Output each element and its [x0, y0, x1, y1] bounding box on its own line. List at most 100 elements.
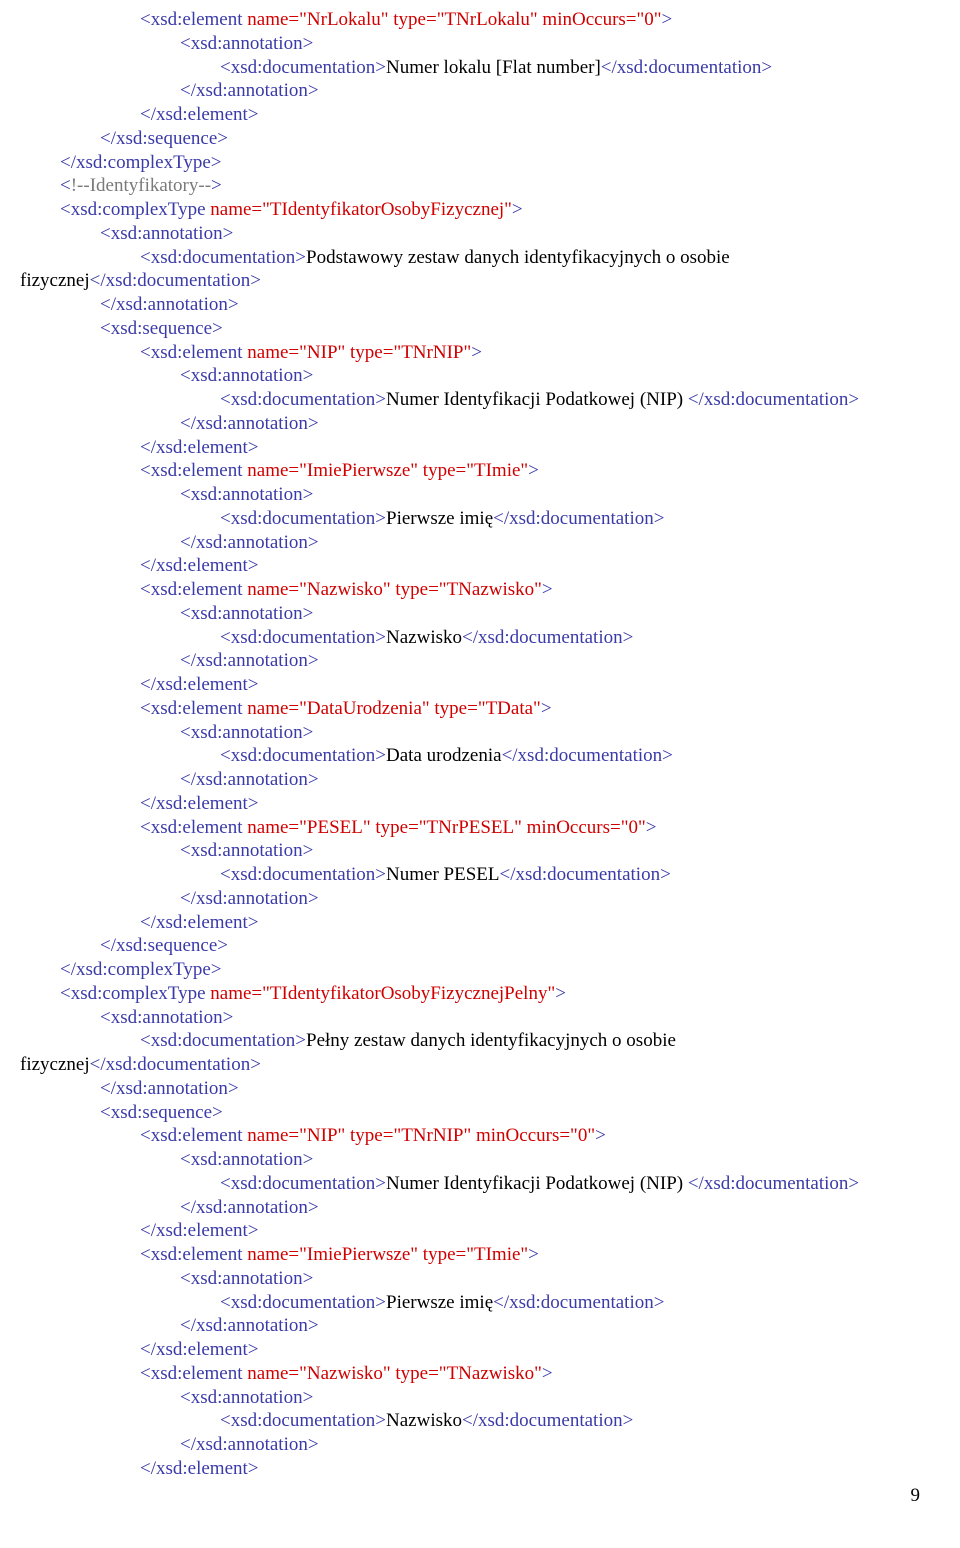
- code-span-text: Pełny zestaw danych identyfikacyjnych o …: [306, 1030, 676, 1051]
- code-span-tag: >: [512, 199, 523, 220]
- code-line: <xsd:element name="NrLokalu" type="TNrLo…: [20, 8, 940, 32]
- code-line: <xsd:annotation>: [20, 32, 940, 56]
- code-span-tag: <xsd:element: [140, 817, 247, 838]
- code-line: </xsd:element>: [20, 1219, 940, 1243]
- page-number: 9: [911, 1484, 921, 1508]
- code-line: <xsd:element name="PESEL" type="TNrPESEL…: [20, 816, 940, 840]
- code-span-text: Nazwisko: [386, 1410, 462, 1431]
- code-span-tag: >: [528, 460, 539, 481]
- code-span-tag: >: [542, 579, 553, 600]
- code-span-tag: <xsd:documentation>: [220, 864, 386, 885]
- code-span-tag: <xsd:element: [140, 698, 247, 719]
- code-line: <xsd:complexType name="TIdentyfikatorOso…: [20, 982, 940, 1006]
- code-span-tag: </xsd:documentation>: [462, 1410, 633, 1431]
- code-line: <xsd:sequence>: [20, 1101, 940, 1125]
- code-span-tag: </xsd:annotation>: [100, 1078, 239, 1099]
- code-span-attr: name="NIP" type="TNrNIP" minOccurs="0": [247, 1125, 595, 1146]
- code-line: </xsd:element>: [20, 1457, 940, 1481]
- code-span-attr: name="ImiePierwsze" type="TImie": [247, 1244, 528, 1265]
- code-span-attr: name="TIdentyfikatorOsobyFizycznejPelny": [210, 983, 555, 1004]
- code-span-tag: </xsd:documentation>: [502, 745, 673, 766]
- document-page: <xsd:element name="NrLokalu" type="TNrLo…: [20, 8, 940, 1508]
- code-line: <xsd:element name="Nazwisko" type="TNazw…: [20, 1362, 940, 1386]
- code-line: <xsd:annotation>: [20, 721, 940, 745]
- code-span-text: Numer Identyfikacji Podatkowej (NIP): [386, 1173, 688, 1194]
- code-span-text: fizycznej: [20, 1054, 90, 1075]
- code-span-tag: >: [528, 1244, 539, 1265]
- code-span-text: Data urodzenia: [386, 745, 502, 766]
- code-line: <xsd:documentation>Pierwsze imię</xsd:do…: [20, 507, 940, 531]
- code-span-tag: >: [662, 9, 673, 30]
- code-span-attr: name="Nazwisko" type="TNazwisko": [247, 579, 542, 600]
- code-line: </xsd:annotation>: [20, 293, 940, 317]
- code-line: <xsd:sequence>: [20, 317, 940, 341]
- code-line: </xsd:annotation>: [20, 649, 940, 673]
- code-line: <xsd:complexType name="TIdentyfikatorOso…: [20, 198, 940, 222]
- code-span-tag: <xsd:documentation>: [220, 389, 386, 410]
- code-span-tag: <xsd:element: [140, 342, 247, 363]
- code-span-tag: </xsd:annotation>: [180, 650, 319, 671]
- code-span-tag: <xsd:documentation>: [220, 745, 386, 766]
- code-span-tag: </xsd:documentation>: [688, 1173, 859, 1194]
- code-span-tag: <xsd:annotation>: [100, 1007, 233, 1028]
- xsd-code-block: <xsd:element name="NrLokalu" type="TNrLo…: [20, 8, 940, 1481]
- code-span-tag: </xsd:annotation>: [180, 888, 319, 909]
- code-line: </xsd:annotation>: [20, 531, 940, 555]
- code-span-attr: name="DataUrodzenia" type="TData": [247, 698, 541, 719]
- code-line: <xsd:annotation>: [20, 1148, 940, 1172]
- code-line: </xsd:element>: [20, 911, 940, 935]
- code-span-text: Pierwsze imię: [386, 1292, 493, 1313]
- code-span-tag: <: [60, 175, 71, 196]
- code-line: </xsd:element>: [20, 436, 940, 460]
- code-span-tag: <xsd:documentation>: [220, 627, 386, 648]
- code-line: <xsd:annotation>: [20, 483, 940, 507]
- code-span-tag: >: [471, 342, 482, 363]
- code-span-tag: </xsd:complexType>: [60, 959, 222, 980]
- code-span-tag: <xsd:documentation>: [140, 1030, 306, 1051]
- code-span-tag: </xsd:annotation>: [180, 413, 319, 434]
- code-span-tag: <xsd:annotation>: [180, 722, 313, 743]
- code-line: </xsd:element>: [20, 792, 940, 816]
- code-span-text: Podstawowy zestaw danych identyfikacyjny…: [306, 247, 730, 268]
- code-span-tag: <xsd:complexType: [60, 983, 210, 1004]
- code-span-attr: name="Nazwisko" type="TNazwisko": [247, 1363, 542, 1384]
- code-span-tag: <xsd:documentation>: [220, 1410, 386, 1431]
- code-span-tag: </xsd:element>: [140, 104, 259, 125]
- code-line: <xsd:documentation>Numer PESEL</xsd:docu…: [20, 863, 940, 887]
- code-span-tag: <xsd:element: [140, 1125, 247, 1146]
- code-span-text: Numer lokalu [Flat number]: [386, 57, 601, 78]
- code-span-tag: </xsd:annotation>: [180, 1315, 319, 1336]
- code-span-tag: <xsd:documentation>: [220, 508, 386, 529]
- code-span-tag: <xsd:element: [140, 579, 247, 600]
- code-line: <xsd:element name="DataUrodzenia" type="…: [20, 697, 940, 721]
- code-span-text: fizycznej: [20, 270, 90, 291]
- code-span-tag: </xsd:documentation>: [493, 508, 664, 529]
- code-line: <xsd:element name="NIP" type="TNrNIP" mi…: [20, 1124, 940, 1148]
- code-span-tag: <xsd:element: [140, 1363, 247, 1384]
- code-span-tag: <xsd:documentation>: [220, 57, 386, 78]
- code-line: fizycznej</xsd:documentation>: [20, 1053, 940, 1077]
- code-span-tag: <xsd:annotation>: [180, 1387, 313, 1408]
- code-span-attr: name="TIdentyfikatorOsobyFizycznej": [210, 199, 512, 220]
- code-span-tag: <xsd:sequence>: [100, 318, 223, 339]
- code-line: </xsd:complexType>: [20, 151, 940, 175]
- code-span-tag: >: [555, 983, 566, 1004]
- code-line: <xsd:element name="ImiePierwsze" type="T…: [20, 1243, 940, 1267]
- code-span-tag: </xsd:element>: [140, 1458, 259, 1479]
- code-span-tag: </xsd:element>: [140, 1220, 259, 1241]
- code-line: <xsd:documentation>Nazwisko</xsd:documen…: [20, 1409, 940, 1433]
- code-line: fizycznej</xsd:documentation>: [20, 269, 940, 293]
- code-span-attr: name="NIP" type="TNrNIP": [247, 342, 471, 363]
- code-span-tag: <xsd:annotation>: [180, 484, 313, 505]
- code-line: </xsd:annotation>: [20, 412, 940, 436]
- code-span-tag: </xsd:documentation>: [601, 57, 772, 78]
- code-span-text: Numer PESEL: [386, 864, 499, 885]
- code-line: <xsd:documentation>Pełny zestaw danych i…: [20, 1029, 940, 1053]
- code-line: <xsd:annotation>: [20, 602, 940, 626]
- code-span-text: Numer Identyfikacji Podatkowej (NIP): [386, 389, 688, 410]
- code-line: </xsd:element>: [20, 554, 940, 578]
- code-span-tag: >: [542, 1363, 553, 1384]
- code-line: <xsd:annotation>: [20, 1386, 940, 1410]
- code-line: </xsd:sequence>: [20, 127, 940, 151]
- code-span-tag: <xsd:annotation>: [180, 33, 313, 54]
